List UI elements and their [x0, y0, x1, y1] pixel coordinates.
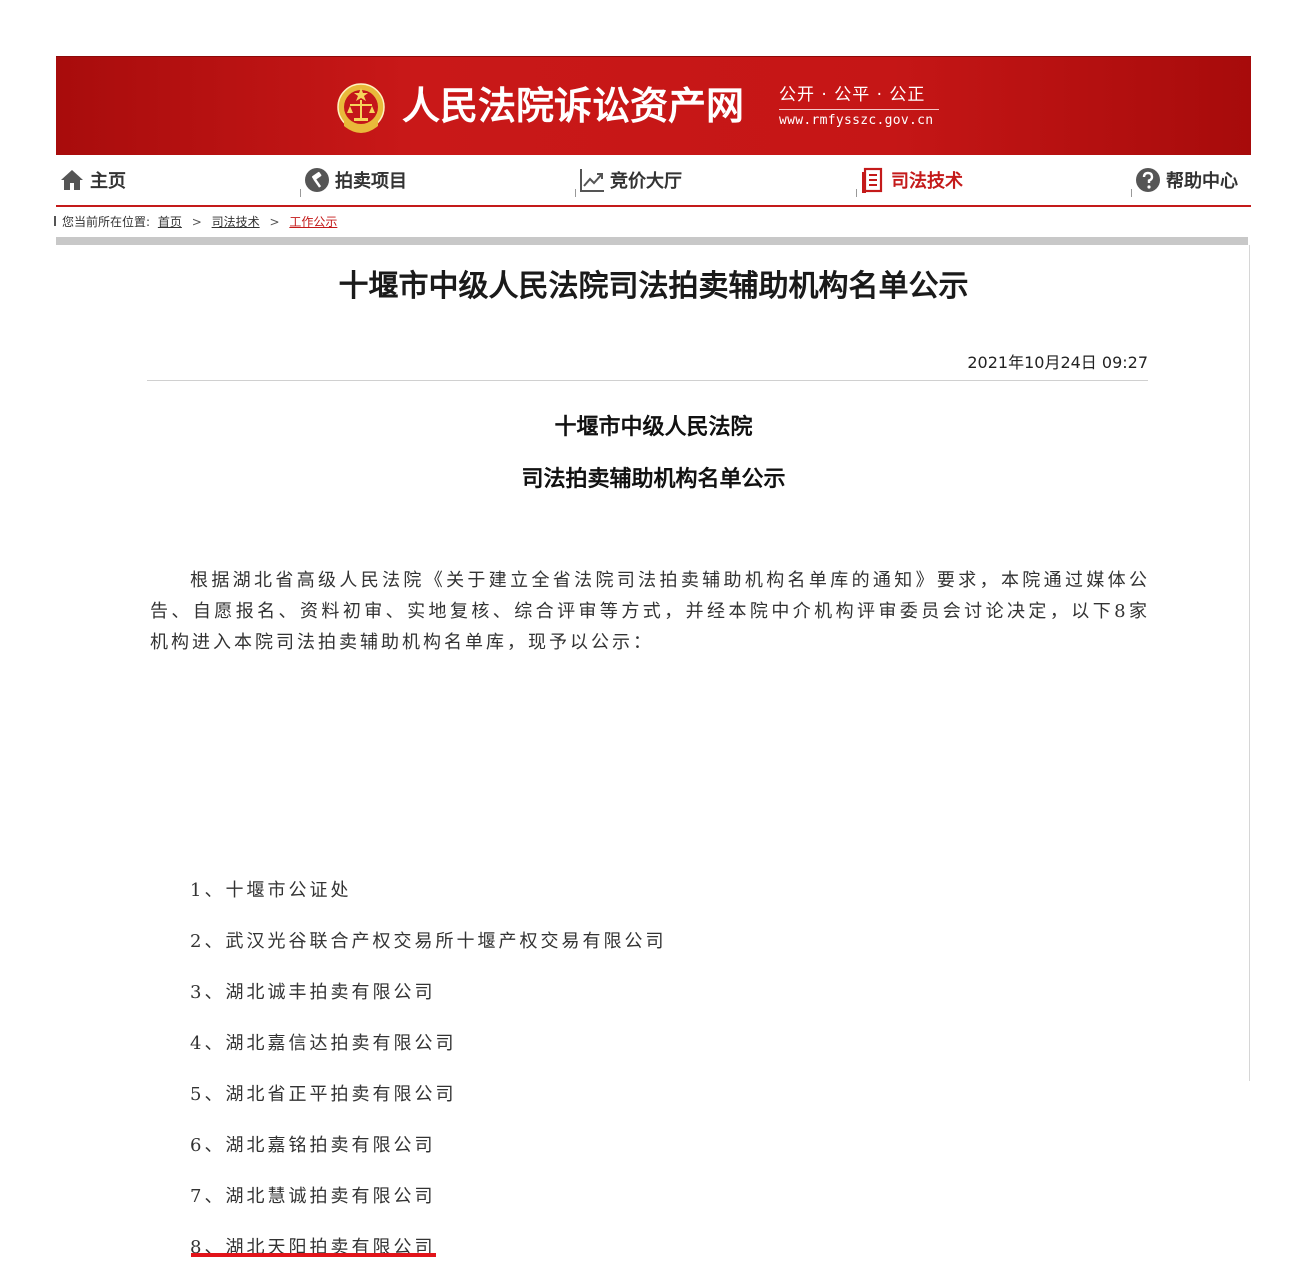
breadcrumb-separator: > [269, 215, 280, 229]
list-item: 6、湖北嘉铭拍卖有限公司 [190, 1135, 436, 1156]
nav-item-label: 竞价大厅 [610, 171, 682, 192]
nav-item-label: 司法技术 [891, 171, 963, 192]
highlight-underline [191, 1253, 436, 1257]
article-paragraph: 根据湖北省高级人民法院《关于建立全省法院司法拍卖辅助机构名单库的通知》要求，本院… [150, 570, 1150, 653]
article-heading-line1: 十堰市中级人民法院 [554, 415, 753, 440]
home-icon [61, 170, 83, 190]
site-url[interactable]: www.rmfysszc.gov.cn [779, 110, 939, 132]
article-content: 十堰市中级人民法院司法拍卖辅助机构名单公示 2021年10月24日 09:27 … [56, 245, 1251, 1258]
nav-item-label: 帮助中心 [1166, 171, 1238, 192]
auction-icon [305, 168, 329, 192]
institution-list: 1、十堰市公证处 2、武汉光谷联合产权交易所十堰产权交易有限公司 3、湖北诚丰拍… [190, 865, 666, 1273]
breadcrumb-judicial-tech[interactable]: 司法技术 [212, 215, 260, 229]
breadcrumb-marker [54, 216, 56, 226]
article-datetime: 2021年10月24日 09:27 [967, 353, 1148, 372]
list-item: 1、十堰市公证处 [190, 880, 352, 901]
breadcrumb-home[interactable]: 首页 [158, 215, 182, 229]
breadcrumb-separator: > [191, 215, 202, 229]
nav-item-judicial-tech[interactable]: 司法技术 [856, 165, 963, 197]
list-item: 2、武汉光谷联合产权交易所十堰产权交易有限公司 [190, 931, 667, 952]
breadcrumb-work-notice[interactable]: 工作公示 [289, 215, 337, 229]
breadcrumb: 您当前所在位置: 首页 > 司法技术 > 工作公示 [54, 207, 1251, 237]
chart-trend-icon [580, 169, 604, 192]
nav-item-label: 拍卖项目 [335, 171, 407, 192]
site-name: 人民法院诉讼资产网 [402, 84, 745, 128]
article-title: 十堰市中级人民法院司法拍卖辅助机构名单公示 [338, 269, 969, 304]
title-divider [147, 380, 1148, 381]
document-icon [862, 167, 883, 193]
page: 人民法院诉讼资产网 公开 · 公平 · 公正 www.rmfysszc.gov.… [54, 56, 1251, 1258]
list-item: 4、湖北嘉信达拍卖有限公司 [190, 1033, 457, 1054]
nav-item-home[interactable]: 主页 [58, 165, 126, 195]
nav-divider [300, 189, 301, 197]
help-icon [1136, 168, 1160, 192]
list-item: 3、湖北诚丰拍卖有限公司 [190, 982, 436, 1003]
nav-item-label: 主页 [90, 171, 126, 192]
nav-divider [856, 189, 857, 197]
slogan-box: 公开 · 公平 · 公正 www.rmfysszc.gov.cn [779, 83, 939, 132]
content-border [1249, 245, 1250, 1081]
nav-item-help[interactable]: 帮助中心 [1131, 165, 1238, 197]
article-heading-line2: 司法拍卖辅助机构名单公示 [521, 467, 786, 492]
breadcrumb-prefix: 您当前所在位置: [62, 215, 151, 229]
nav-divider [575, 189, 576, 197]
court-emblem-icon [337, 83, 385, 133]
nav-divider [1131, 189, 1132, 197]
list-item: 7、湖北慧诚拍卖有限公司 [190, 1186, 436, 1207]
site-slogan: 公开 · 公平 · 公正 [779, 83, 939, 110]
main-nav: 主页 拍卖项目 竞价大厅 司法技术 帮助中心 [56, 155, 1251, 207]
divider-bar [56, 237, 1248, 245]
breadcrumb-inner: 您当前所在位置: 首页 > 司法技术 > 工作公示 [62, 207, 337, 237]
nav-item-auction[interactable]: 拍卖项目 [300, 165, 407, 197]
list-item: 8、湖北天阳拍卖有限公司 [190, 1237, 436, 1258]
nav-item-bidding-hall[interactable]: 竞价大厅 [575, 165, 682, 197]
list-item: 5、湖北省正平拍卖有限公司 [190, 1084, 457, 1105]
header-banner: 人民法院诉讼资产网 公开 · 公平 · 公正 www.rmfysszc.gov.… [56, 56, 1251, 155]
